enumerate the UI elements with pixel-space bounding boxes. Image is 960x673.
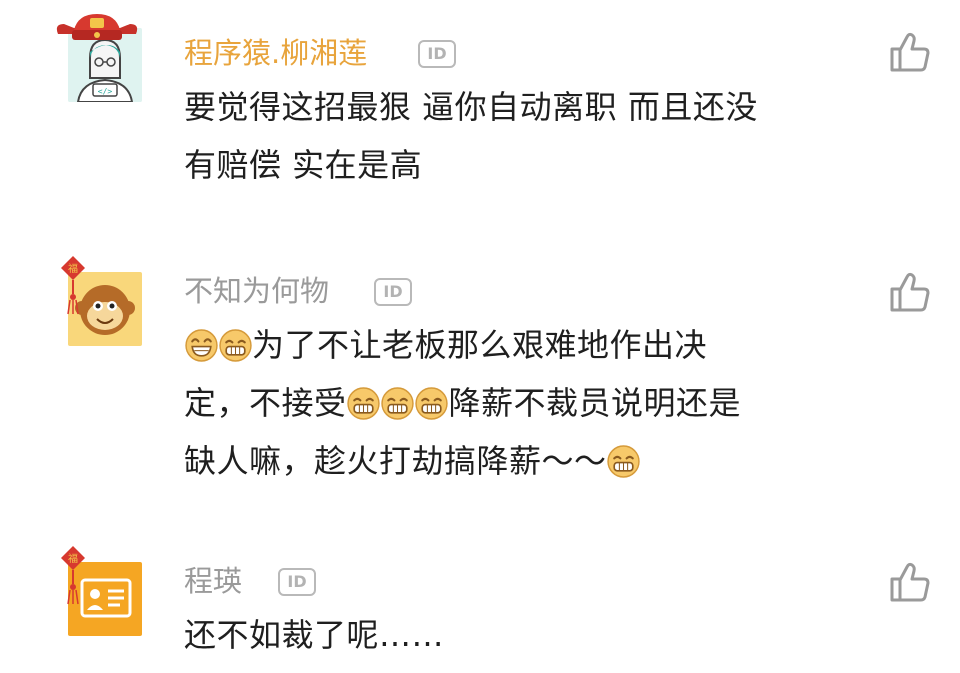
comment-line: 还不如裁了呢…… bbox=[184, 616, 445, 654]
comment-text: 要觉得这招最狠 逼你自动离职 而且还没 有赔偿 实在是高 bbox=[184, 78, 824, 194]
thumbs-up-icon[interactable] bbox=[888, 560, 932, 604]
grinning-emoji-icon bbox=[347, 387, 381, 420]
username[interactable]: 程瑛 bbox=[184, 564, 242, 598]
comment-text-segment: 缺人嘛，趁火打劫搞降薪～～ bbox=[184, 442, 607, 480]
avatar[interactable]: 福 bbox=[52, 256, 148, 356]
comment-line: 要觉得这招最狠 逼你自动离职 而且还没 bbox=[184, 88, 758, 126]
thumbs-up-icon[interactable] bbox=[888, 30, 932, 74]
grinning-emoji-icon bbox=[218, 329, 252, 362]
id-badge: ID bbox=[278, 568, 316, 596]
svg-text:福: 福 bbox=[68, 262, 78, 275]
comment-text-segment: 为了不让老板那么艰难地作出决 bbox=[252, 326, 708, 364]
comment-text: 为了不让老板那么艰难地作出决 定，不接受 降薪不裁员说明还是 缺人嘛，趁火打劫搞降… bbox=[184, 316, 844, 490]
comment-line: 缺人嘛，趁火打劫搞降薪～～ bbox=[184, 432, 844, 490]
comment-text-segment: 定，不接受 bbox=[184, 384, 347, 422]
svg-text:福: 福 bbox=[68, 552, 78, 565]
grinning-emoji-icon bbox=[607, 445, 641, 478]
username[interactable]: 不知为何物 bbox=[184, 274, 329, 308]
avatar[interactable]: 福 bbox=[52, 546, 148, 646]
comment-line: 定，不接受 降薪不裁员说明还是 bbox=[184, 374, 844, 432]
comment-text-segment: 降薪不裁员说明还是 bbox=[448, 384, 742, 422]
avatar[interactable]: </> bbox=[52, 12, 148, 112]
id-badge: ID bbox=[418, 40, 456, 68]
comment-text: 还不如裁了呢…… bbox=[184, 606, 824, 664]
laughing-emoji-icon bbox=[184, 329, 218, 362]
username[interactable]: 程序猿.柳湘莲 bbox=[184, 36, 367, 70]
fu-charm-icon: 福 bbox=[61, 546, 85, 605]
thumbs-up-icon[interactable] bbox=[888, 270, 932, 314]
comment-line: 为了不让老板那么艰难地作出决 bbox=[184, 316, 844, 374]
grinning-emoji-icon bbox=[381, 387, 415, 420]
id-badge: ID bbox=[374, 278, 412, 306]
official-hat-icon bbox=[56, 14, 138, 40]
fu-charm-icon: 福 bbox=[61, 256, 85, 315]
svg-text:</>: </> bbox=[98, 87, 113, 96]
grinning-emoji-icon bbox=[415, 387, 449, 420]
comment-line: 有赔偿 实在是高 bbox=[184, 146, 423, 184]
